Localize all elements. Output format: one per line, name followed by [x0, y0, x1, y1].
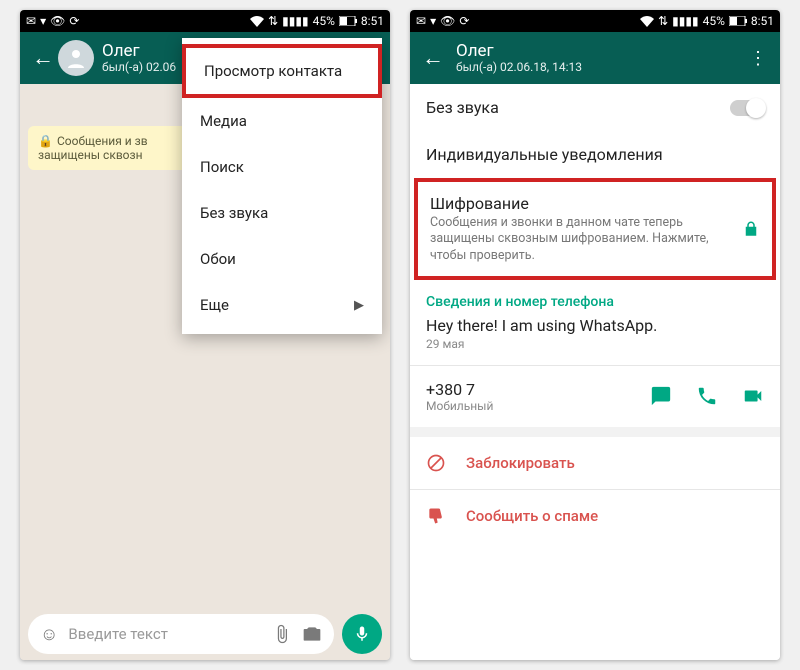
mute-toggle[interactable] — [730, 100, 764, 116]
down-arrow-icon: ▾ — [430, 14, 436, 28]
encryption-notice: 🔒Сообщения и зв защищены сквозн — [28, 126, 208, 170]
phone-number: +380 7 — [426, 380, 650, 399]
lock-icon — [742, 220, 760, 238]
encryption-title: Шифрование — [430, 194, 734, 213]
report-button[interactable]: Сообщить о спаме — [410, 490, 780, 542]
row-mute[interactable]: Без звука — [410, 84, 780, 131]
lock-icon: 🔒 — [38, 134, 53, 148]
signal-icon: ▮▮▮▮ — [282, 14, 308, 28]
overflow-menu: Просмотр контакта Медиа Поиск Без звука … — [182, 38, 382, 334]
sync-icon: ⟳ — [69, 14, 79, 28]
menu-search[interactable]: Поиск — [182, 144, 382, 190]
battery-percent: 45% — [703, 14, 725, 28]
row-label: Индивидуальные уведомления — [426, 145, 764, 164]
signal-icon: ▮▮▮▮ — [672, 14, 698, 28]
message-input[interactable]: ☺ Введите текст — [28, 614, 334, 654]
menu-more[interactable]: Еще ▶ — [182, 282, 382, 328]
avatar[interactable] — [58, 40, 94, 76]
phone-label: Мобильный — [426, 399, 650, 413]
encryption-notice-text: Сообщения и зв защищены сквозн — [38, 134, 148, 162]
menu-item-label: Обои — [200, 250, 236, 268]
battery-icon — [339, 16, 357, 26]
action-label: Заблокировать — [466, 454, 575, 472]
contact-last-seen: был(-а) 02.06.18, 14:13 — [456, 61, 744, 74]
emoji-icon[interactable]: ☺ — [40, 624, 58, 645]
menu-item-label: Еще — [200, 296, 229, 314]
section-about-header: Сведения и номер телефона — [410, 280, 780, 316]
block-button[interactable]: Заблокировать — [410, 437, 780, 489]
eye-icon: 👁 — [440, 14, 455, 28]
menu-wallpaper[interactable]: Обои — [182, 236, 382, 282]
action-label: Сообщить о спаме — [466, 507, 598, 525]
camera-icon[interactable] — [302, 624, 322, 644]
wifi-icon — [640, 16, 654, 27]
row-custom-notifications[interactable]: Индивидуальные уведомления — [410, 131, 780, 178]
row-phone[interactable]: +380 7 Мобильный — [410, 366, 780, 427]
clock-time: 8:51 — [751, 14, 774, 28]
menu-item-label: Медиа — [200, 112, 247, 130]
phone-right: ✉ ▾ 👁 ⟳ ⇅ ▮▮▮▮ 45% 8:51 ← Олег был(-а) 0… — [410, 10, 780, 660]
video-icon[interactable] — [742, 385, 764, 407]
thumbs-down-icon — [426, 506, 448, 526]
data-icon: ⇅ — [268, 14, 278, 28]
row-encryption[interactable]: Шифрование Сообщения и звонки в данном ч… — [418, 182, 772, 276]
chevron-right-icon: ▶ — [354, 298, 364, 313]
encryption-desc: Сообщения и звонки в данном чате теперь … — [430, 215, 734, 264]
mic-icon — [353, 625, 371, 643]
eye-icon: 👁 — [50, 14, 65, 28]
phone-left: ✉ ▾ 👁 ⟳ ⇅ ▮▮▮▮ 45% 8:51 ← Олег был(-а) 0… — [20, 10, 390, 660]
back-button[interactable]: ← — [28, 45, 58, 71]
block-icon — [426, 453, 448, 473]
battery-icon — [729, 16, 747, 26]
app-bar: ← Олег был(-а) 02.06.18, 14:13 ⋮ — [410, 32, 780, 84]
menu-view-contact[interactable]: Просмотр контакта — [182, 44, 382, 98]
about-status-date: 29 мая — [410, 335, 780, 365]
menu-item-label: Просмотр контакта — [204, 62, 342, 80]
encryption-highlight: Шифрование Сообщения и звонки в данном ч… — [414, 178, 776, 280]
menu-mute[interactable]: Без звука — [182, 190, 382, 236]
big-divider — [410, 427, 780, 437]
status-bar: ✉ ▾ 👁 ⟳ ⇅ ▮▮▮▮ 45% 8:51 — [410, 10, 780, 32]
kebab-menu[interactable]: ⋮ — [744, 48, 772, 69]
back-button[interactable]: ← — [418, 45, 448, 71]
menu-item-label: Поиск — [200, 158, 244, 176]
person-icon — [64, 46, 88, 70]
wifi-icon — [250, 16, 264, 27]
about-status[interactable]: Hey there! I am using WhatsApp. — [410, 316, 780, 335]
row-label: Без звука — [426, 98, 730, 117]
menu-item-label: Без звука — [200, 204, 268, 222]
mic-button[interactable] — [342, 614, 382, 654]
call-icon[interactable] — [696, 385, 718, 407]
message-icon[interactable] — [650, 385, 672, 407]
envelope-icon: ✉ — [416, 14, 426, 28]
menu-media[interactable]: Медиа — [182, 98, 382, 144]
attach-icon[interactable] — [272, 624, 292, 644]
data-icon: ⇅ — [658, 14, 668, 28]
status-bar: ✉ ▾ 👁 ⟳ ⇅ ▮▮▮▮ 45% 8:51 — [20, 10, 390, 32]
envelope-icon: ✉ — [26, 14, 36, 28]
down-arrow-icon: ▾ — [40, 14, 46, 28]
message-placeholder: Введите текст — [68, 625, 262, 643]
sync-icon: ⟳ — [459, 14, 469, 28]
contact-title-block[interactable]: Олег был(-а) 02.06.18, 14:13 — [456, 42, 744, 74]
contact-info-content: Без звука Индивидуальные уведомления Шиф… — [410, 84, 780, 660]
battery-percent: 45% — [313, 14, 335, 28]
contact-name: Олег — [456, 42, 744, 61]
input-bar: ☺ Введите текст — [20, 608, 390, 660]
clock-time: 8:51 — [361, 14, 384, 28]
